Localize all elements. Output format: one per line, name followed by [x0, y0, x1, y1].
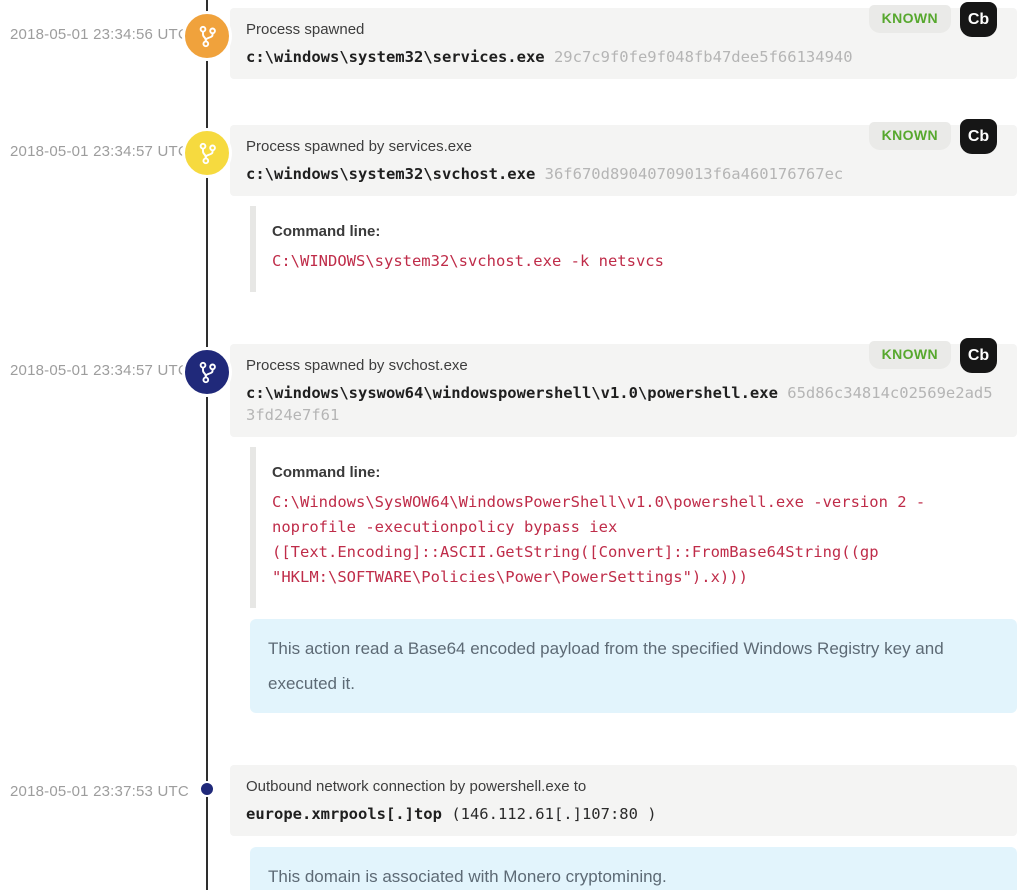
command-line-value: C:\WINDOWS\system32\svchost.exe -k netsv…	[272, 249, 1001, 274]
analyst-note: This action read a Base64 encoded payloa…	[250, 619, 1017, 713]
command-line-value: C:\Windows\SysWOW64\WindowsPowerShell\v1…	[272, 490, 1001, 590]
event-timestamp: 2018-05-01 23:37:53 UTC	[10, 783, 180, 800]
network-endpoint: (146.112.61[.]107:80 )	[451, 805, 656, 823]
event-dot-icon	[199, 781, 215, 797]
event-card[interactable]: KNOWN Cb Process spawned c:\windows\syst…	[230, 8, 1017, 79]
timeline-event: 2018-05-01 23:34:56 UTC KNOWN Cb Process…	[0, 8, 1024, 79]
analyst-note: This domain is associated with Monero cr…	[250, 847, 1017, 890]
git-branch-icon	[182, 11, 232, 61]
command-line-label: Command line:	[272, 463, 1001, 483]
process-path: c:\windows\syswow64\windowspowershell\v1…	[246, 384, 778, 402]
timeline-event: 2018-05-01 23:37:53 UTC Outbound network…	[0, 765, 1024, 890]
threat-timeline: 2018-05-01 23:34:56 UTC KNOWN Cb Process…	[0, 0, 1024, 890]
command-line-box: Command line: C:\Windows\SysWOW64\Window…	[250, 447, 1017, 608]
process-hash: 29c7c9f0fe9f048fb47dee5f66134940	[554, 48, 853, 66]
process-path: c:\windows\system32\svchost.exe	[246, 165, 535, 183]
git-branch-icon	[182, 347, 232, 397]
carbon-black-badge[interactable]: Cb	[960, 338, 997, 373]
git-branch-icon	[182, 128, 232, 178]
process-hash: 36f670d89040709013f6a460176767ec	[545, 165, 844, 183]
carbon-black-badge[interactable]: Cb	[960, 119, 997, 154]
command-line-label: Command line:	[272, 222, 1001, 242]
known-badge[interactable]: KNOWN	[869, 341, 951, 369]
process-path: c:\windows\system32\services.exe	[246, 48, 545, 66]
carbon-black-badge[interactable]: Cb	[960, 2, 997, 37]
known-badge[interactable]: KNOWN	[869, 122, 951, 150]
event-card[interactable]: KNOWN Cb Process spawned by services.exe…	[230, 125, 1017, 196]
event-timestamp: 2018-05-01 23:34:57 UTC	[10, 362, 180, 379]
event-title: Outbound network connection by powershel…	[246, 776, 1001, 797]
command-line-box: Command line: C:\WINDOWS\system32\svchos…	[250, 206, 1017, 292]
event-card[interactable]: Outbound network connection by powershel…	[230, 765, 1017, 836]
network-domain: europe.xmrpools[.]top	[246, 805, 442, 823]
event-timestamp: 2018-05-01 23:34:56 UTC	[10, 26, 180, 43]
known-badge[interactable]: KNOWN	[869, 5, 951, 33]
event-card[interactable]: KNOWN Cb Process spawned by svchost.exe …	[230, 344, 1017, 437]
timeline-event: 2018-05-01 23:34:57 UTC KNOWN Cb Process…	[0, 125, 1024, 292]
event-timestamp: 2018-05-01 23:34:57 UTC	[10, 143, 180, 160]
timeline-event: 2018-05-01 23:34:57 UTC KNOWN Cb Process…	[0, 344, 1024, 713]
